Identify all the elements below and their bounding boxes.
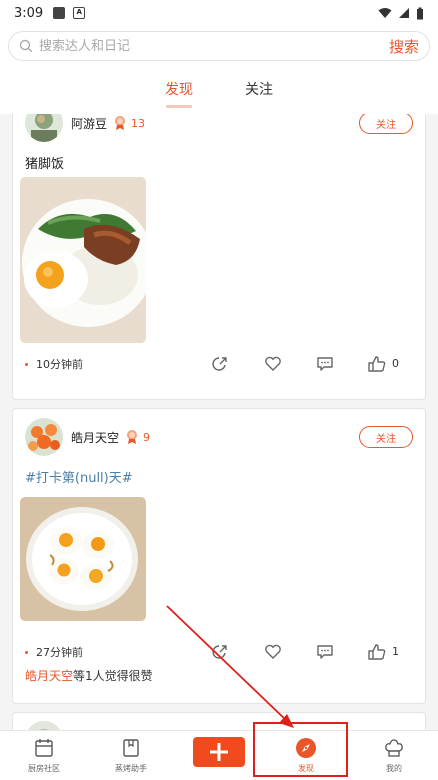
follow-button[interactable]: 关注 [359, 426, 413, 448]
nav-label: 蒸烤助手 [115, 764, 147, 773]
avatar[interactable] [25, 721, 63, 730]
post-author-row: 阿游豆 13 关注 [13, 114, 425, 145]
nav-label: 厨房社区 [28, 764, 60, 773]
post-topic-tag[interactable]: #打卡第(null)天# [13, 467, 425, 486]
calendar-icon [35, 739, 53, 757]
heart-icon[interactable] [263, 354, 283, 374]
post-author-row: 皓月天空 9 关注 [13, 415, 425, 459]
post-card[interactable]: 皓月天空 9 关注 #打卡第(null)天# 27分钟前 1 皓月天空等1人觉得… [12, 408, 426, 704]
heart-icon[interactable] [263, 642, 283, 662]
post-actions: 10分钟前 0 [13, 349, 427, 379]
tab-discover[interactable]: 发现 [161, 79, 197, 99]
comment-icon[interactable] [315, 642, 335, 662]
bottom-nav: 厨房社区 蒸烤助手 发现 我的 [0, 730, 438, 780]
post-card[interactable] [12, 712, 426, 730]
feed-tabs: 发现 关注 [0, 68, 438, 114]
share-icon[interactable] [210, 354, 230, 374]
nav-item-kitchen-community[interactable]: 厨房社区 [2, 731, 86, 780]
post-actions: 27分钟前 1 [13, 637, 427, 667]
tab-following[interactable]: 关注 [241, 79, 277, 99]
search-button[interactable]: 搜索 [389, 36, 419, 57]
thumbs-up-icon[interactable] [367, 642, 387, 662]
add-post-button[interactable] [193, 737, 245, 767]
avatar[interactable] [25, 418, 63, 456]
compass-icon [296, 738, 316, 758]
follow-button[interactable]: 关注 [359, 114, 413, 134]
post-title: 猪脚饭 [25, 157, 65, 172]
nav-label: 我的 [386, 764, 402, 773]
post-card[interactable]: 阿游豆 13 关注 猪脚饭 10分钟前 0 [12, 114, 426, 400]
liked-by-summary: 皓月天空等1人觉得很赞 [25, 667, 153, 684]
liked-by-suffix: 等1人觉得很赞 [73, 669, 153, 683]
post-photo[interactable] [20, 177, 146, 343]
search-input[interactable] [39, 38, 389, 54]
book-icon [123, 739, 139, 757]
post-author-name[interactable]: 阿游豆 [71, 115, 107, 132]
share-icon[interactable] [210, 642, 230, 662]
nav-item-mine[interactable]: 我的 [352, 731, 436, 780]
notification-icon [53, 7, 66, 19]
user-level: 13 [131, 116, 146, 130]
search-box: 搜索 [8, 31, 430, 61]
signal-icon [399, 8, 409, 18]
nav-item-discover[interactable]: 发现 [264, 731, 348, 780]
nav-label: 发现 [298, 764, 314, 773]
avatar[interactable] [25, 114, 63, 142]
medal-icon [127, 430, 138, 444]
post-time: 10分钟前 [36, 358, 83, 371]
search-icon [19, 39, 33, 53]
wifi-icon [378, 8, 392, 18]
status-bar: 3:09 A [0, 0, 438, 26]
chef-hat-icon [385, 739, 403, 757]
post-author-name[interactable]: 皓月天空 [71, 429, 119, 446]
post-feed[interactable]: 阿游豆 13 关注 猪脚饭 10分钟前 0 皓月天空 9 关注 #打卡第(nul… [0, 114, 438, 730]
search-bar: 搜索 [0, 26, 438, 68]
like-count: 0 [392, 357, 399, 370]
post-photo[interactable] [20, 497, 146, 621]
comment-icon[interactable] [315, 354, 335, 374]
thumbs-up-icon[interactable] [367, 354, 387, 374]
post-time: 27分钟前 [36, 646, 83, 659]
notification-letter-icon: A [73, 7, 86, 19]
medal-icon [115, 116, 126, 130]
user-level: 9 [143, 430, 151, 444]
liked-by-name[interactable]: 皓月天空 [25, 669, 73, 683]
plus-icon [210, 743, 228, 761]
status-time: 3:09 [14, 5, 44, 21]
like-count: 1 [392, 645, 399, 658]
nav-item-steam-bake-assistant[interactable]: 蒸烤助手 [89, 731, 173, 780]
battery-icon [417, 7, 423, 19]
